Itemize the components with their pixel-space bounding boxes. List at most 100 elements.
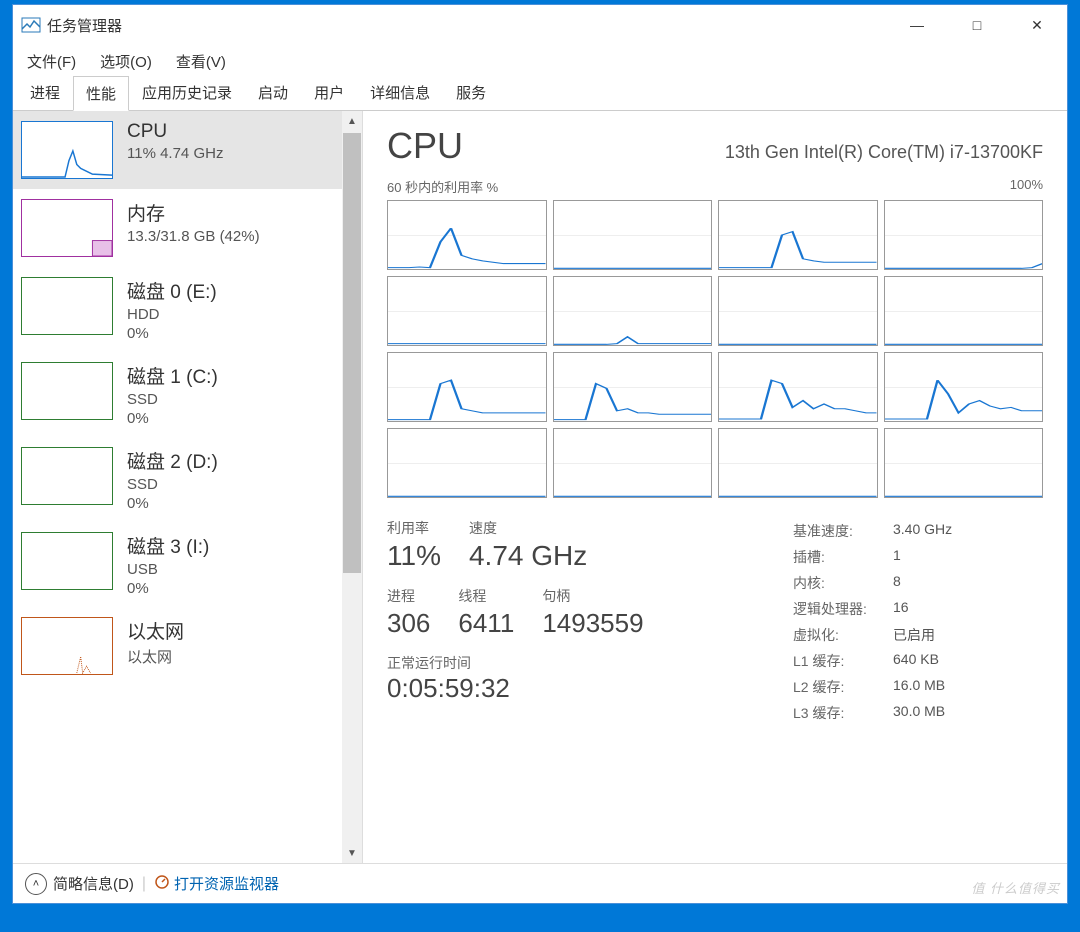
tab-app-history[interactable]: 应用历史记录 xyxy=(129,75,245,110)
core-chart-6 xyxy=(718,276,878,346)
stat-label: 速度 xyxy=(469,518,587,538)
stat-row-2: 进程306 线程6411 句柄1493559 xyxy=(387,586,763,639)
sidebar-memory-title: 内存 xyxy=(127,199,260,226)
detail-label: L3 缓存: xyxy=(793,703,893,723)
main-title: CPU xyxy=(387,125,463,167)
menu-file[interactable]: 文件(F) xyxy=(21,49,82,74)
detail-row: 基准速度:3.40 GHz xyxy=(793,518,1043,544)
detail-value: 已启用 xyxy=(893,625,935,645)
detail-value: 16 xyxy=(893,599,909,619)
core-chart-8 xyxy=(387,352,547,422)
tab-users[interactable]: 用户 xyxy=(301,75,357,110)
sidebar-disk1-sub1: SSD xyxy=(127,391,218,408)
core-chart-5 xyxy=(553,276,713,346)
stat-value: 6411 xyxy=(458,608,514,639)
detail-value: 8 xyxy=(893,573,901,593)
open-resource-monitor-link[interactable]: 打开资源监视器 xyxy=(154,873,279,894)
detail-label: 基准速度: xyxy=(793,521,893,541)
tab-startup[interactable]: 启动 xyxy=(245,75,301,110)
detail-label: 虚拟化: xyxy=(793,625,893,645)
close-button[interactable]: ✕ xyxy=(1007,5,1067,45)
sidebar-disk3-sub1: USB xyxy=(127,561,209,578)
menu-bar: 文件(F) 选项(O) 查看(V) xyxy=(13,45,1067,77)
chart-label-right: 100% xyxy=(1010,177,1043,196)
tab-details[interactable]: 详细信息 xyxy=(357,75,443,110)
cpu-thumbnail-chart xyxy=(21,121,113,179)
sidebar-item-disk0[interactable]: 磁盘 0 (E:) HDD 0% xyxy=(13,267,342,352)
stat-row-1: 利用率11%速度4.74 GHz xyxy=(387,518,763,572)
scroll-up-arrow-icon[interactable]: ▲ xyxy=(342,111,362,131)
task-manager-window: 任务管理器 — □ ✕ 文件(F) 选项(O) 查看(V) 进程 性能 应用历史… xyxy=(12,4,1068,904)
sidebar-cpu-title: CPU xyxy=(127,121,223,143)
core-chart-9 xyxy=(553,352,713,422)
core-chart-10 xyxy=(718,352,878,422)
cpu-core-grid[interactable] xyxy=(387,200,1043,498)
tab-services[interactable]: 服务 xyxy=(443,75,499,110)
detail-row: 内核:8 xyxy=(793,570,1043,596)
detail-value: 16.0 MB xyxy=(893,677,945,697)
sidebar-disk0-sub2: 0% xyxy=(127,325,217,342)
sidebar-eth-sub: 以太网 xyxy=(127,646,184,667)
collapse-details-button[interactable]: ˄ 简略信息(D) xyxy=(25,873,134,895)
stat-label: 进程 xyxy=(387,586,430,606)
sidebar-disk0-title: 磁盘 0 (E:) xyxy=(127,277,217,304)
menu-view[interactable]: 查看(V) xyxy=(170,49,232,74)
footer-bar: ˄ 简略信息(D) | 打开资源监视器 xyxy=(13,863,1067,903)
sidebar-item-disk2[interactable]: 磁盘 2 (D:) SSD 0% xyxy=(13,437,342,522)
stat-block: 进程306 xyxy=(387,586,430,639)
chevron-up-icon: ˄ xyxy=(25,873,47,895)
sidebar-disk2-sub2: 0% xyxy=(127,495,218,512)
stat-label: 利用率 xyxy=(387,518,441,538)
sidebar-item-disk3[interactable]: 磁盘 3 (I:) USB 0% xyxy=(13,522,342,607)
footer-separator: | xyxy=(142,875,146,893)
stat-label: 线程 xyxy=(458,586,514,606)
sidebar-disk1-title: 磁盘 1 (C:) xyxy=(127,362,218,389)
uptime-label: 正常运行时间 xyxy=(387,653,763,673)
collapse-label: 简略信息(D) xyxy=(53,873,134,894)
sidebar-item-ethernet[interactable]: 以太网 以太网 xyxy=(13,607,342,685)
minimize-button[interactable]: — xyxy=(887,5,947,45)
scroll-down-arrow-icon[interactable]: ▼ xyxy=(342,843,362,863)
titlebar[interactable]: 任务管理器 — □ ✕ xyxy=(13,5,1067,45)
sidebar-eth-title: 以太网 xyxy=(127,617,184,644)
tab-performance[interactable]: 性能 xyxy=(73,76,129,111)
detail-row: L3 缓存:30.0 MB xyxy=(793,700,1043,726)
stats-right-column: 基准速度:3.40 GHz插槽:1内核:8逻辑处理器:16虚拟化:已启用L1 缓… xyxy=(793,518,1043,726)
stat-label: 句柄 xyxy=(542,586,643,606)
task-manager-icon xyxy=(21,17,41,33)
detail-row: 插槽:1 xyxy=(793,544,1043,570)
sidebar-item-disk1[interactable]: 磁盘 1 (C:) SSD 0% xyxy=(13,352,342,437)
tab-processes[interactable]: 进程 xyxy=(17,75,73,110)
sidebar-list: CPU 11% 4.74 GHz 内存 13.3/31.8 GB (42%) xyxy=(13,111,362,685)
core-chart-0 xyxy=(387,200,547,270)
core-chart-13 xyxy=(553,428,713,498)
main-header: CPU 13th Gen Intel(R) Core(TM) i7-13700K… xyxy=(387,125,1043,167)
sidebar-cpu-sub: 11% 4.74 GHz xyxy=(127,145,223,162)
core-chart-3 xyxy=(884,200,1044,270)
maximize-button[interactable]: □ xyxy=(947,5,1007,45)
sidebar-item-memory[interactable]: 内存 13.3/31.8 GB (42%) xyxy=(13,189,342,267)
core-chart-14 xyxy=(718,428,878,498)
stat-value: 1493559 xyxy=(542,608,643,639)
sidebar-item-cpu[interactable]: CPU 11% 4.74 GHz xyxy=(13,111,342,189)
detail-row: 逻辑处理器:16 xyxy=(793,596,1043,622)
sidebar-scrollbar[interactable]: ▲ ▼ xyxy=(342,111,362,863)
menu-options[interactable]: 选项(O) xyxy=(94,49,158,74)
disk0-thumbnail-chart xyxy=(21,277,113,335)
scrollbar-thumb[interactable] xyxy=(343,133,361,573)
detail-row: 虚拟化:已启用 xyxy=(793,622,1043,648)
ethernet-thumbnail-chart xyxy=(21,617,113,675)
chart-label-left: 60 秒内的利用率 % xyxy=(387,177,498,196)
detail-value: 1 xyxy=(893,547,901,567)
sidebar-disk2-title: 磁盘 2 (D:) xyxy=(127,447,218,474)
resource-monitor-label: 打开资源监视器 xyxy=(174,873,279,894)
stat-value: 306 xyxy=(387,608,430,639)
core-chart-12 xyxy=(387,428,547,498)
resource-monitor-icon xyxy=(154,874,170,894)
memory-thumbnail-chart xyxy=(21,199,113,257)
detail-row: L1 缓存:640 KB xyxy=(793,648,1043,674)
main-panel: CPU 13th Gen Intel(R) Core(TM) i7-13700K… xyxy=(363,111,1067,863)
core-chart-4 xyxy=(387,276,547,346)
detail-label: 插槽: xyxy=(793,547,893,567)
stats-area: 利用率11%速度4.74 GHz 进程306 线程6411 句柄1493559 正常… xyxy=(387,518,1043,726)
